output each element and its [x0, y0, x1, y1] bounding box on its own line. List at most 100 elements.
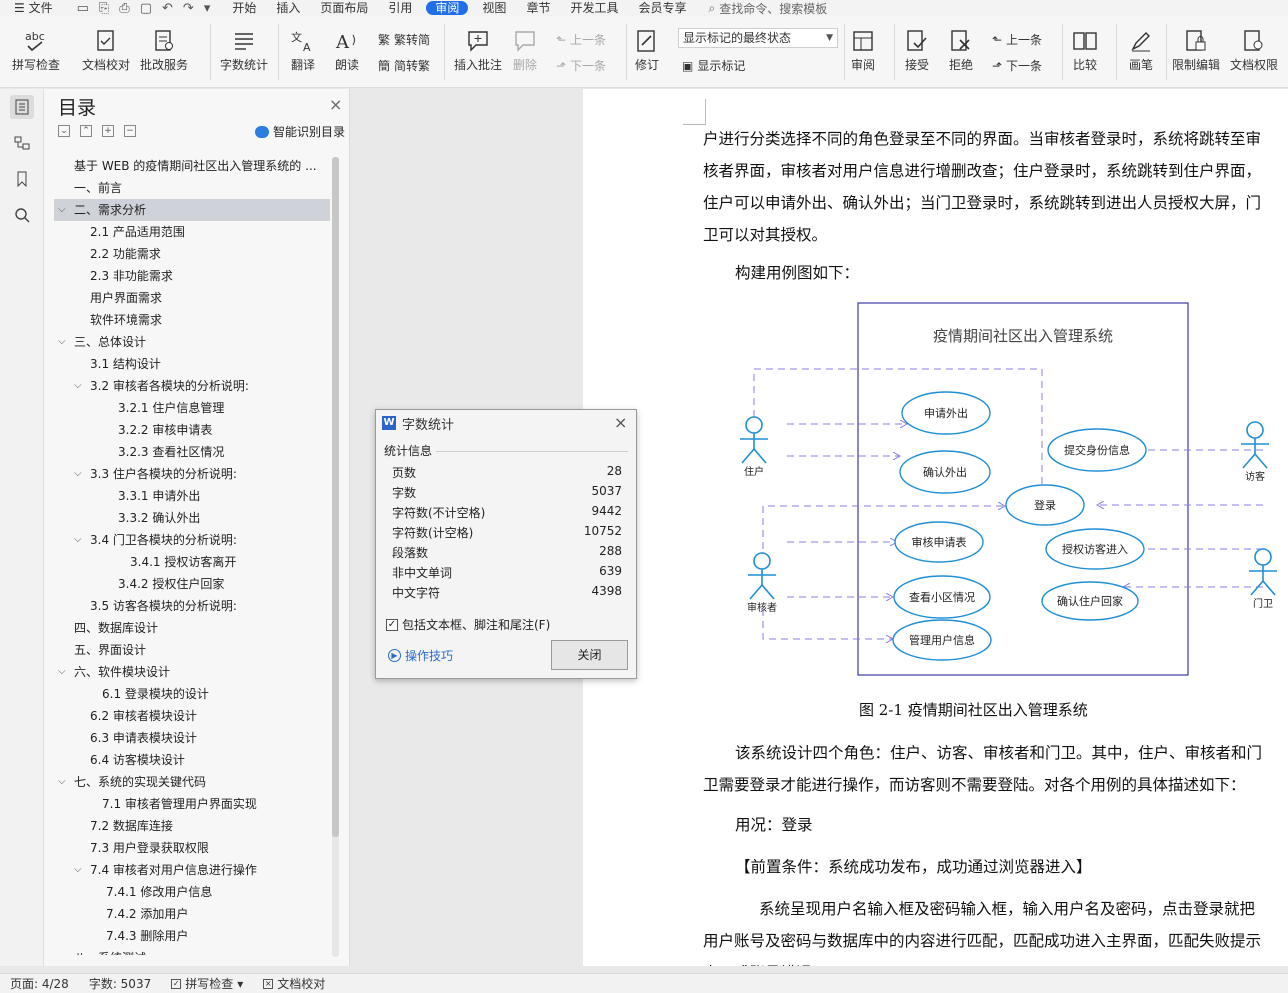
- expand-chevron-icon[interactable]: ⌵: [74, 375, 82, 397]
- add-heading-icon[interactable]: +: [102, 125, 114, 137]
- close-button[interactable]: 关闭: [551, 640, 628, 670]
- toc-item[interactable]: 四、数据库设计: [54, 617, 330, 639]
- toc-item[interactable]: ⌵ 3.4 门卫各模块的分析说明:: [54, 529, 330, 551]
- expand-chevron-icon[interactable]: ⌵: [58, 771, 66, 793]
- spell-check-toggle[interactable]: ✓ 拼写检查 ▾: [161, 975, 253, 992]
- toc-item[interactable]: ⌵ 八、系统测试: [54, 947, 330, 955]
- toc-item[interactable]: 2.3 非功能需求: [54, 265, 330, 287]
- next-comment-button[interactable]: ⬏ 下一条: [556, 57, 606, 74]
- toc-item[interactable]: ⌵ 六、软件模块设计: [54, 661, 330, 683]
- word-count-indicator[interactable]: 字数: 5037: [79, 975, 161, 992]
- toc-item[interactable]: 7.4.1 修改用户信息: [54, 881, 330, 903]
- toc-item[interactable]: 3.2.2 审核申请表: [54, 419, 330, 441]
- toc-item[interactable]: 3.5 访客各模块的分析说明:: [54, 595, 330, 617]
- doc-proof-button[interactable]: 文档校对: [82, 16, 130, 72]
- redo-icon[interactable]: ↷: [183, 1, 194, 16]
- preview-icon[interactable]: ▢: [140, 1, 152, 16]
- remove-heading-icon[interactable]: −: [124, 125, 136, 137]
- prev-change-button[interactable]: ⬑ 上一条: [992, 31, 1042, 48]
- tab-member[interactable]: 会员专享: [628, 1, 696, 15]
- file-menu[interactable]: ☰ 文件: [0, 1, 65, 15]
- include-textboxes-checkbox[interactable]: ✓ 包括文本框、脚注和尾注(F): [386, 616, 550, 633]
- doc-permission-button[interactable]: 文档权限: [1230, 16, 1278, 72]
- compare-button[interactable]: 比较: [1072, 16, 1098, 72]
- dialog-titlebar[interactable]: W 字数统计: [376, 410, 636, 436]
- delete-comment-button[interactable]: 删除: [512, 16, 538, 72]
- smart-toc-button[interactable]: 智能识别目录: [255, 123, 345, 140]
- review-pane-button[interactable]: 审阅: [850, 16, 876, 72]
- accept-button[interactable]: 接受: [904, 16, 930, 72]
- expand-chevron-icon[interactable]: ⌵: [58, 661, 66, 683]
- toc-item[interactable]: ⌵ 3.2 审核者各模块的分析说明:: [54, 375, 330, 397]
- toc-item[interactable]: 3.4.2 授权住户回家: [54, 573, 330, 595]
- toc-item[interactable]: ⌵ 三、总体设计: [54, 331, 330, 353]
- toc-scrollbar[interactable]: [332, 157, 339, 957]
- show-markup-button[interactable]: ▣ 显示标记: [682, 57, 745, 74]
- close-icon[interactable]: ×: [329, 95, 342, 114]
- toc-item[interactable]: 一、前言: [54, 177, 330, 199]
- toc-item[interactable]: 用户界面需求: [54, 287, 330, 309]
- spell-check-button[interactable]: abc 拼写检查: [12, 16, 60, 72]
- paragraph[interactable]: 该系统设计四个角色：住户、访客、审核者和门卫。其中，住户、审核者和门卫需要登录才…: [703, 737, 1263, 801]
- more-icon[interactable]: ▾: [204, 1, 211, 16]
- toc-item[interactable]: 7.2 数据库连接: [54, 815, 330, 837]
- toc-item[interactable]: ⌵ 3.3 住户各模块的分析说明:: [54, 463, 330, 485]
- tab-reference[interactable]: 引用: [378, 1, 422, 15]
- trad-to-simp-button[interactable]: 繁繁转简: [378, 31, 430, 48]
- translate-button[interactable]: 文A 翻译: [290, 16, 316, 72]
- toc-item[interactable]: 3.3.2 确认外出: [54, 507, 330, 529]
- toc-item[interactable]: 7.4.2 添加用户: [54, 903, 330, 925]
- expand-chevron-icon[interactable]: ⌵: [58, 947, 66, 955]
- document-page[interactable]: 户进行分类选择不同的角色登录至不同的界面。当审核者登录时，系统将跳转至审核者界面…: [583, 89, 1288, 966]
- toc-item[interactable]: ⌵ 7.4 审核者对用户信息进行操作: [54, 859, 330, 881]
- undo-icon[interactable]: ↶: [162, 1, 173, 16]
- restrict-edit-button[interactable]: 限制编辑: [1172, 16, 1220, 72]
- tab-view[interactable]: 视图: [472, 1, 516, 15]
- simp-to-trad-button[interactable]: 簡简转繁: [378, 57, 430, 74]
- insert-comment-button[interactable]: 插入批注: [454, 16, 502, 72]
- toc-item[interactable]: 6.3 申请表模块设计: [54, 727, 330, 749]
- paragraph[interactable]: 用况：登录: [703, 809, 1263, 841]
- page-indicator[interactable]: 页面: 4/28: [0, 975, 79, 992]
- navigation-icon[interactable]: [10, 131, 34, 155]
- command-search[interactable]: ⌕ 查找命令、搜索模板: [708, 0, 827, 17]
- tab-devtools[interactable]: 开发工具: [560, 1, 628, 15]
- expand-chevron-icon[interactable]: ⌵: [58, 199, 66, 221]
- export-icon[interactable]: ⎘: [99, 1, 109, 16]
- print-icon[interactable]: ⎙: [119, 1, 129, 16]
- toc-item[interactable]: 7.4.3 删除用户: [54, 925, 330, 947]
- track-changes-button[interactable]: 修订: [634, 16, 660, 72]
- toc-item[interactable]: 6.2 审核者模块设计: [54, 705, 330, 727]
- batch-service-button[interactable]: 批改服务: [140, 16, 188, 72]
- toc-item[interactable]: 7.1 审核者管理用户界面实现: [54, 793, 330, 815]
- toc-item[interactable]: 五、界面设计: [54, 639, 330, 661]
- expand-chevron-icon[interactable]: ⌵: [58, 331, 66, 353]
- toc-item[interactable]: 2.1 产品适用范围: [54, 221, 330, 243]
- word-count-button[interactable]: 字数统计: [220, 16, 268, 72]
- collapse-all-icon[interactable]: ⌄: [58, 125, 70, 137]
- find-icon[interactable]: [10, 203, 34, 227]
- close-icon[interactable]: ×: [614, 413, 627, 432]
- tab-insert[interactable]: 插入: [266, 1, 310, 15]
- toc-item[interactable]: 基于 WEB 的疫情期间社区出入管理系统的 ...: [54, 155, 330, 177]
- expand-chevron-icon[interactable]: ⌵: [74, 463, 82, 485]
- toc-item[interactable]: 7.3 用户登录获取权限: [54, 837, 330, 859]
- tab-chapter[interactable]: 章节: [516, 1, 560, 15]
- paragraph[interactable]: 【前置条件：系统成功发布，成功通过浏览器进入】: [703, 851, 1263, 883]
- scrollbar-thumb[interactable]: [332, 157, 339, 837]
- toc-item[interactable]: 3.3.1 申请外出: [54, 485, 330, 507]
- tips-link[interactable]: ▶ 操作技巧: [388, 647, 453, 664]
- next-change-button[interactable]: ⬏ 下一条: [992, 57, 1042, 74]
- prev-comment-button[interactable]: ⬑ 上一条: [556, 31, 606, 48]
- pen-button[interactable]: 画笔: [1128, 16, 1154, 72]
- paragraph[interactable]: 系统呈现用户名输入框及密码输入框，输入用户名及密码，点击登录就把用户账号及密码与…: [703, 893, 1263, 966]
- read-aloud-button[interactable]: A 朗读: [334, 16, 360, 72]
- expand-all-icon[interactable]: ⌃: [80, 125, 92, 137]
- toc-item[interactable]: 3.1 结构设计: [54, 353, 330, 375]
- doc-proof-toggle[interactable]: × 文档校对: [253, 975, 335, 992]
- toc-item[interactable]: 3.2.3 查看社区情况: [54, 441, 330, 463]
- expand-chevron-icon[interactable]: ⌵: [74, 529, 82, 551]
- toc-item[interactable]: ⌵ 七、系统的实现关键代码: [54, 771, 330, 793]
- toc-item[interactable]: 2.2 功能需求: [54, 243, 330, 265]
- toc-item[interactable]: ⌵ 二、需求分析: [54, 199, 330, 221]
